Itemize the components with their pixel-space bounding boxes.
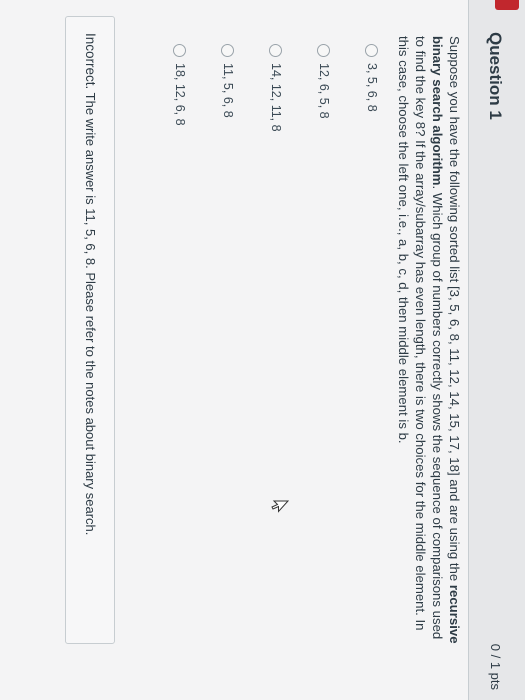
answer-option[interactable]: 11, 5, 6, 8 bbox=[215, 44, 241, 544]
flag-icon[interactable] bbox=[495, 0, 519, 10]
question-header: Question 1 0 / 1 pts bbox=[468, 0, 525, 700]
radio-button[interactable] bbox=[221, 44, 235, 57]
feedback-box: Incorrect. The write answer is 11, 5, 6,… bbox=[65, 16, 115, 644]
answer-option[interactable]: 12, 6, 5, 8 bbox=[311, 44, 337, 544]
mouse-pointer-icon bbox=[271, 500, 289, 513]
radio-button[interactable] bbox=[269, 44, 283, 57]
answer-option[interactable]: 3, 5, 6, 8 bbox=[359, 44, 385, 544]
answer-label: 3, 5, 6, 8 bbox=[365, 63, 379, 112]
answer-label: 18, 12, 6, 8 bbox=[173, 63, 187, 126]
answer-list: 3, 5, 6, 8 12, 6, 5, 8 14, 12, 11, 8 11,… bbox=[145, 44, 385, 544]
answer-option[interactable]: 18, 12, 6, 8 bbox=[167, 44, 193, 544]
radio-button[interactable] bbox=[317, 44, 331, 57]
feedback-status: Incorrect. bbox=[83, 33, 98, 90]
radio-button[interactable] bbox=[365, 44, 379, 57]
answer-option[interactable]: 14, 12, 11, 8 bbox=[263, 44, 289, 544]
question-card: Question 1 0 / 1 pts Suppose you have th… bbox=[0, 0, 525, 700]
question-title: Question 1 bbox=[486, 32, 505, 120]
answer-label: 12, 6, 5, 8 bbox=[317, 63, 331, 119]
prompt-intro: Suppose you have the following sorted li… bbox=[447, 36, 462, 585]
answer-label: 11, 5, 6, 8 bbox=[221, 63, 235, 118]
points-badge: 0 / 1 pts bbox=[488, 643, 503, 690]
radio-button[interactable] bbox=[173, 44, 187, 57]
photo-frame: Question 1 0 / 1 pts Suppose you have th… bbox=[0, 0, 525, 700]
feedback-message: The write answer is 11, 5, 6, 8. Please … bbox=[83, 89, 98, 536]
question-prompt: Suppose you have the following sorted li… bbox=[395, 36, 463, 646]
answer-label: 14, 12, 11, 8 bbox=[269, 63, 283, 132]
